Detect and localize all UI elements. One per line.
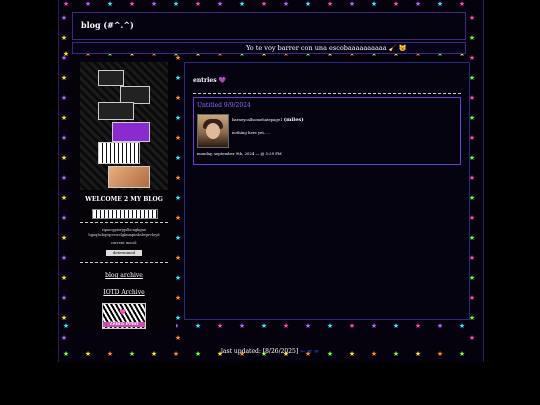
badge-button-3[interactable] xyxy=(98,102,134,120)
blog-header: blog (#^.^) xyxy=(72,12,466,40)
blog-post: Untitled 9/9/2024 barneycallsomehatepage… xyxy=(193,97,461,165)
badge-button-1[interactable] xyxy=(98,70,124,86)
piano-divider xyxy=(92,209,158,219)
post-author: barneycallsomehatepage1 (miles) xyxy=(232,117,304,123)
blog-archive-link[interactable]: blog archive xyxy=(72,272,176,279)
entries-label: entries xyxy=(193,77,217,84)
welcome-heading: WELCOME 2 MY BLOG xyxy=(85,196,163,203)
post-body: nothing here yet..... xyxy=(232,130,270,135)
main-content: entries 💜 Untitled 9/9/2024 barneycallso… xyxy=(184,62,470,320)
iotd-archive-link[interactable]: IOTD Archive xyxy=(72,289,176,296)
badge-button-4[interactable] xyxy=(112,122,150,142)
piano-button[interactable] xyxy=(98,142,140,164)
entries-heading: entries 💜 xyxy=(193,77,226,84)
post-title[interactable]: Untitled 9/9/2024 xyxy=(197,102,251,109)
post-display-name: (miles) xyxy=(283,117,304,123)
marquee-text: Yo te voy barrer con una escobaaaaaaaaaa… xyxy=(246,44,407,52)
avatar xyxy=(197,114,229,148)
main-divider xyxy=(193,93,461,94)
last-updated: last updated: [8/26/2025] xyxy=(221,348,299,355)
footer-arrow-link[interactable]: ← ∞ ∞ xyxy=(300,348,319,355)
sidebar-divider-1 xyxy=(80,222,168,223)
post-date: monday, september 9th, 2024 — @ 5:29 PM xyxy=(197,151,282,156)
sidebar-divider-2 xyxy=(80,262,168,263)
marquee-bar: Yo te voy barrer con una escobaaaaaaaaaa… xyxy=(72,42,466,54)
avatar-face xyxy=(206,123,220,139)
post-username: barneycallsomehatepage1 xyxy=(232,117,283,122)
scramble-line-2: hgoqhcbqrqcrcuelgknmpirdnlwprcleyd xyxy=(88,233,160,237)
sidebar: WELCOME 2 MY BLOG rqaocgpiorjqslbcngkgne… xyxy=(72,62,176,330)
footer: last updated: [8/26/2025] ← ∞ ∞ xyxy=(60,348,480,355)
mood-badge: determined xyxy=(106,250,142,256)
zebra-print-button[interactable]: ♥ Zebra Print xyxy=(102,303,146,329)
current-mood-label: current mood: xyxy=(110,241,138,245)
blog-title: blog (#^.^) xyxy=(81,20,134,30)
zebra-print-label: Zebra Print xyxy=(103,322,145,327)
heart-icon: ♥ xyxy=(119,308,127,317)
button-collage xyxy=(80,62,168,190)
cat-button[interactable] xyxy=(108,166,150,188)
heart-icon: 💜 xyxy=(218,77,227,84)
